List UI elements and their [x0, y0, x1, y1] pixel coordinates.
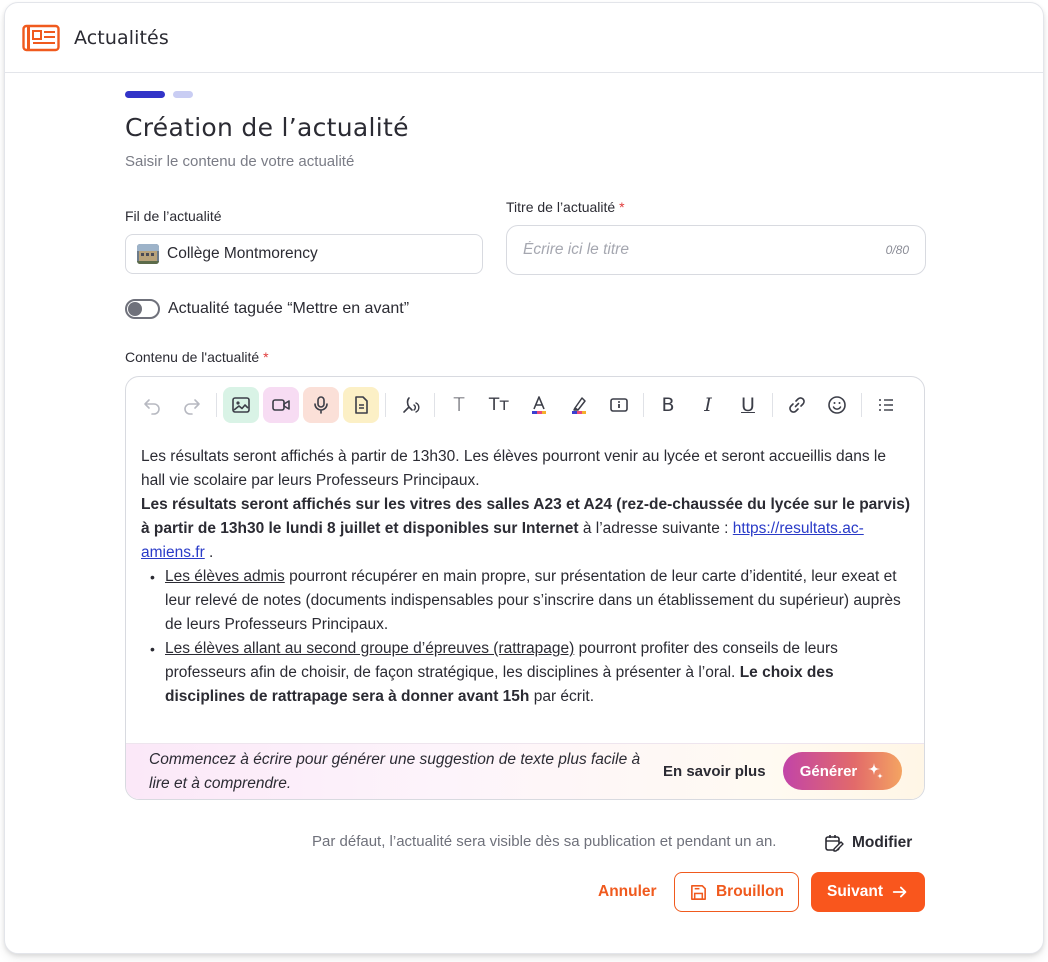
underline-icon: U [741, 394, 755, 416]
visibility-info: Par défaut, l’actualité sera visible dès… [312, 833, 777, 850]
featured-toggle-label: Actualité taguée “Mettre en avant” [168, 300, 410, 317]
bold-button[interactable]: B [650, 387, 686, 423]
content-label: Contenu de l'actualité * [125, 349, 269, 365]
voice-button[interactable] [392, 387, 428, 423]
content-text: . [204, 544, 214, 561]
draft-button[interactable]: Brouillon [674, 872, 799, 912]
list-icon [879, 399, 893, 411]
insert-document-button[interactable] [343, 387, 379, 423]
toolbar-separator [772, 393, 773, 417]
draft-label: Brouillon [715, 883, 785, 900]
cancel-button[interactable]: Annuler [598, 883, 657, 901]
next-label: Suivant [827, 883, 883, 900]
highlight-button[interactable] [561, 387, 597, 423]
content-editor: T Tт B I U Les résultats seront affichés… [125, 376, 925, 800]
list-button[interactable] [868, 387, 904, 423]
insert-video-button[interactable] [263, 387, 299, 423]
feed-value: Collège Montmorency [167, 245, 318, 262]
title-label-text: Titre de l’actualité [506, 199, 616, 215]
step-indicator-active [125, 91, 165, 98]
list-item: Les élèves allant au second groupe d’épr… [150, 637, 911, 709]
step-indicator-inactive [173, 91, 193, 98]
link-button[interactable] [779, 387, 815, 423]
feed-label: Fil de l’actualité [125, 208, 222, 224]
underline-button[interactable]: U [730, 387, 766, 423]
insert-audio-button[interactable] [303, 387, 339, 423]
undo-icon [144, 399, 160, 415]
italic-icon: I [704, 394, 712, 416]
toolbar-separator [643, 393, 644, 417]
redo-button[interactable] [174, 387, 210, 423]
content-underline-text: Les élèves admis [165, 568, 285, 585]
title-label: Titre de l’actualité * [506, 199, 625, 215]
school-thumbnail [137, 244, 159, 264]
content-text: par écrit. [529, 688, 594, 705]
required-mark: * [263, 349, 269, 365]
header: Actualités [5, 3, 1043, 73]
save-icon [691, 884, 706, 900]
learn-more-link[interactable]: En savoir plus [663, 763, 766, 780]
ai-suggestion-bar: Commencez à écrire pour générer une sugg… [126, 743, 924, 799]
list-item: Les élèves admis pourront récupérer en m… [150, 565, 911, 637]
ai-hint-text: Commencez à écrire pour générer une sugg… [149, 751, 641, 792]
emoji-button[interactable] [819, 387, 855, 423]
text-color-icon [532, 396, 546, 414]
info-box-icon [610, 398, 628, 412]
featured-toggle-row: Actualité taguée “Mettre en avant” [125, 299, 409, 319]
next-button[interactable]: Suivant [811, 872, 925, 912]
info-box-button[interactable] [601, 387, 637, 423]
document-icon [355, 396, 368, 414]
modify-label: Modifier [852, 834, 913, 851]
link-icon [789, 397, 805, 413]
video-icon [272, 399, 290, 411]
generate-button[interactable]: Générer [783, 752, 902, 790]
text-button[interactable]: T [441, 387, 477, 423]
header-title: Actualités [74, 26, 169, 49]
title-char-counter: 0/80 [885, 243, 909, 257]
undo-button[interactable] [134, 387, 170, 423]
toggle-knob [128, 302, 142, 316]
content-text: à l’adresse suivante : [578, 520, 733, 537]
title-input[interactable] [523, 241, 886, 259]
emoji-icon [828, 396, 846, 414]
featured-toggle[interactable] [125, 299, 160, 319]
content-list: Les élèves admis pourront récupérer en m… [141, 565, 911, 709]
image-icon [232, 397, 250, 413]
sparkle-icon [868, 763, 884, 779]
text-size-button[interactable]: Tт [481, 387, 517, 423]
generate-label: Générer [799, 762, 858, 780]
toolbar-separator [385, 393, 386, 417]
text-color-button[interactable] [521, 387, 557, 423]
news-card: Actualités Création de l’actualité Saisi… [4, 2, 1044, 954]
stepper [125, 91, 193, 98]
newspaper-icon [22, 24, 60, 51]
toolbar-separator [434, 393, 435, 417]
content-paragraph: Les résultats seront affichés à partir d… [141, 448, 886, 489]
editor-toolbar: T Tт B I U [126, 377, 924, 433]
edit-calendar-icon [825, 835, 844, 852]
required-mark: * [619, 199, 625, 215]
page-title: Création de l’actualité [125, 113, 409, 142]
toolbar-separator [861, 393, 862, 417]
title-field[interactable]: 0/80 [506, 225, 926, 275]
toolbar-separator [216, 393, 217, 417]
microphone-icon [314, 396, 328, 414]
redo-icon [184, 399, 200, 415]
voice-icon [403, 397, 420, 413]
modify-visibility-button[interactable]: Modifier [824, 833, 912, 853]
content-underline-text: Les élèves allant au second groupe d’épr… [165, 640, 575, 657]
insert-image-button[interactable] [223, 387, 259, 423]
arrow-right-icon [892, 886, 907, 898]
editor-content[interactable]: Les résultats seront affichés à partir d… [141, 445, 911, 709]
feed-select[interactable]: Collège Montmorency [125, 234, 483, 274]
text-size-icon: Tт [488, 395, 510, 415]
page-subtitle: Saisir le contenu de votre actualité [125, 153, 355, 170]
italic-button[interactable]: I [690, 387, 726, 423]
bold-icon: B [661, 394, 675, 416]
content-paragraph: Les résultats seront affichés sur les vi… [141, 493, 911, 565]
highlight-icon [572, 397, 586, 414]
text-icon: T [453, 394, 465, 416]
content-label-text: Contenu de l'actualité [125, 349, 260, 365]
